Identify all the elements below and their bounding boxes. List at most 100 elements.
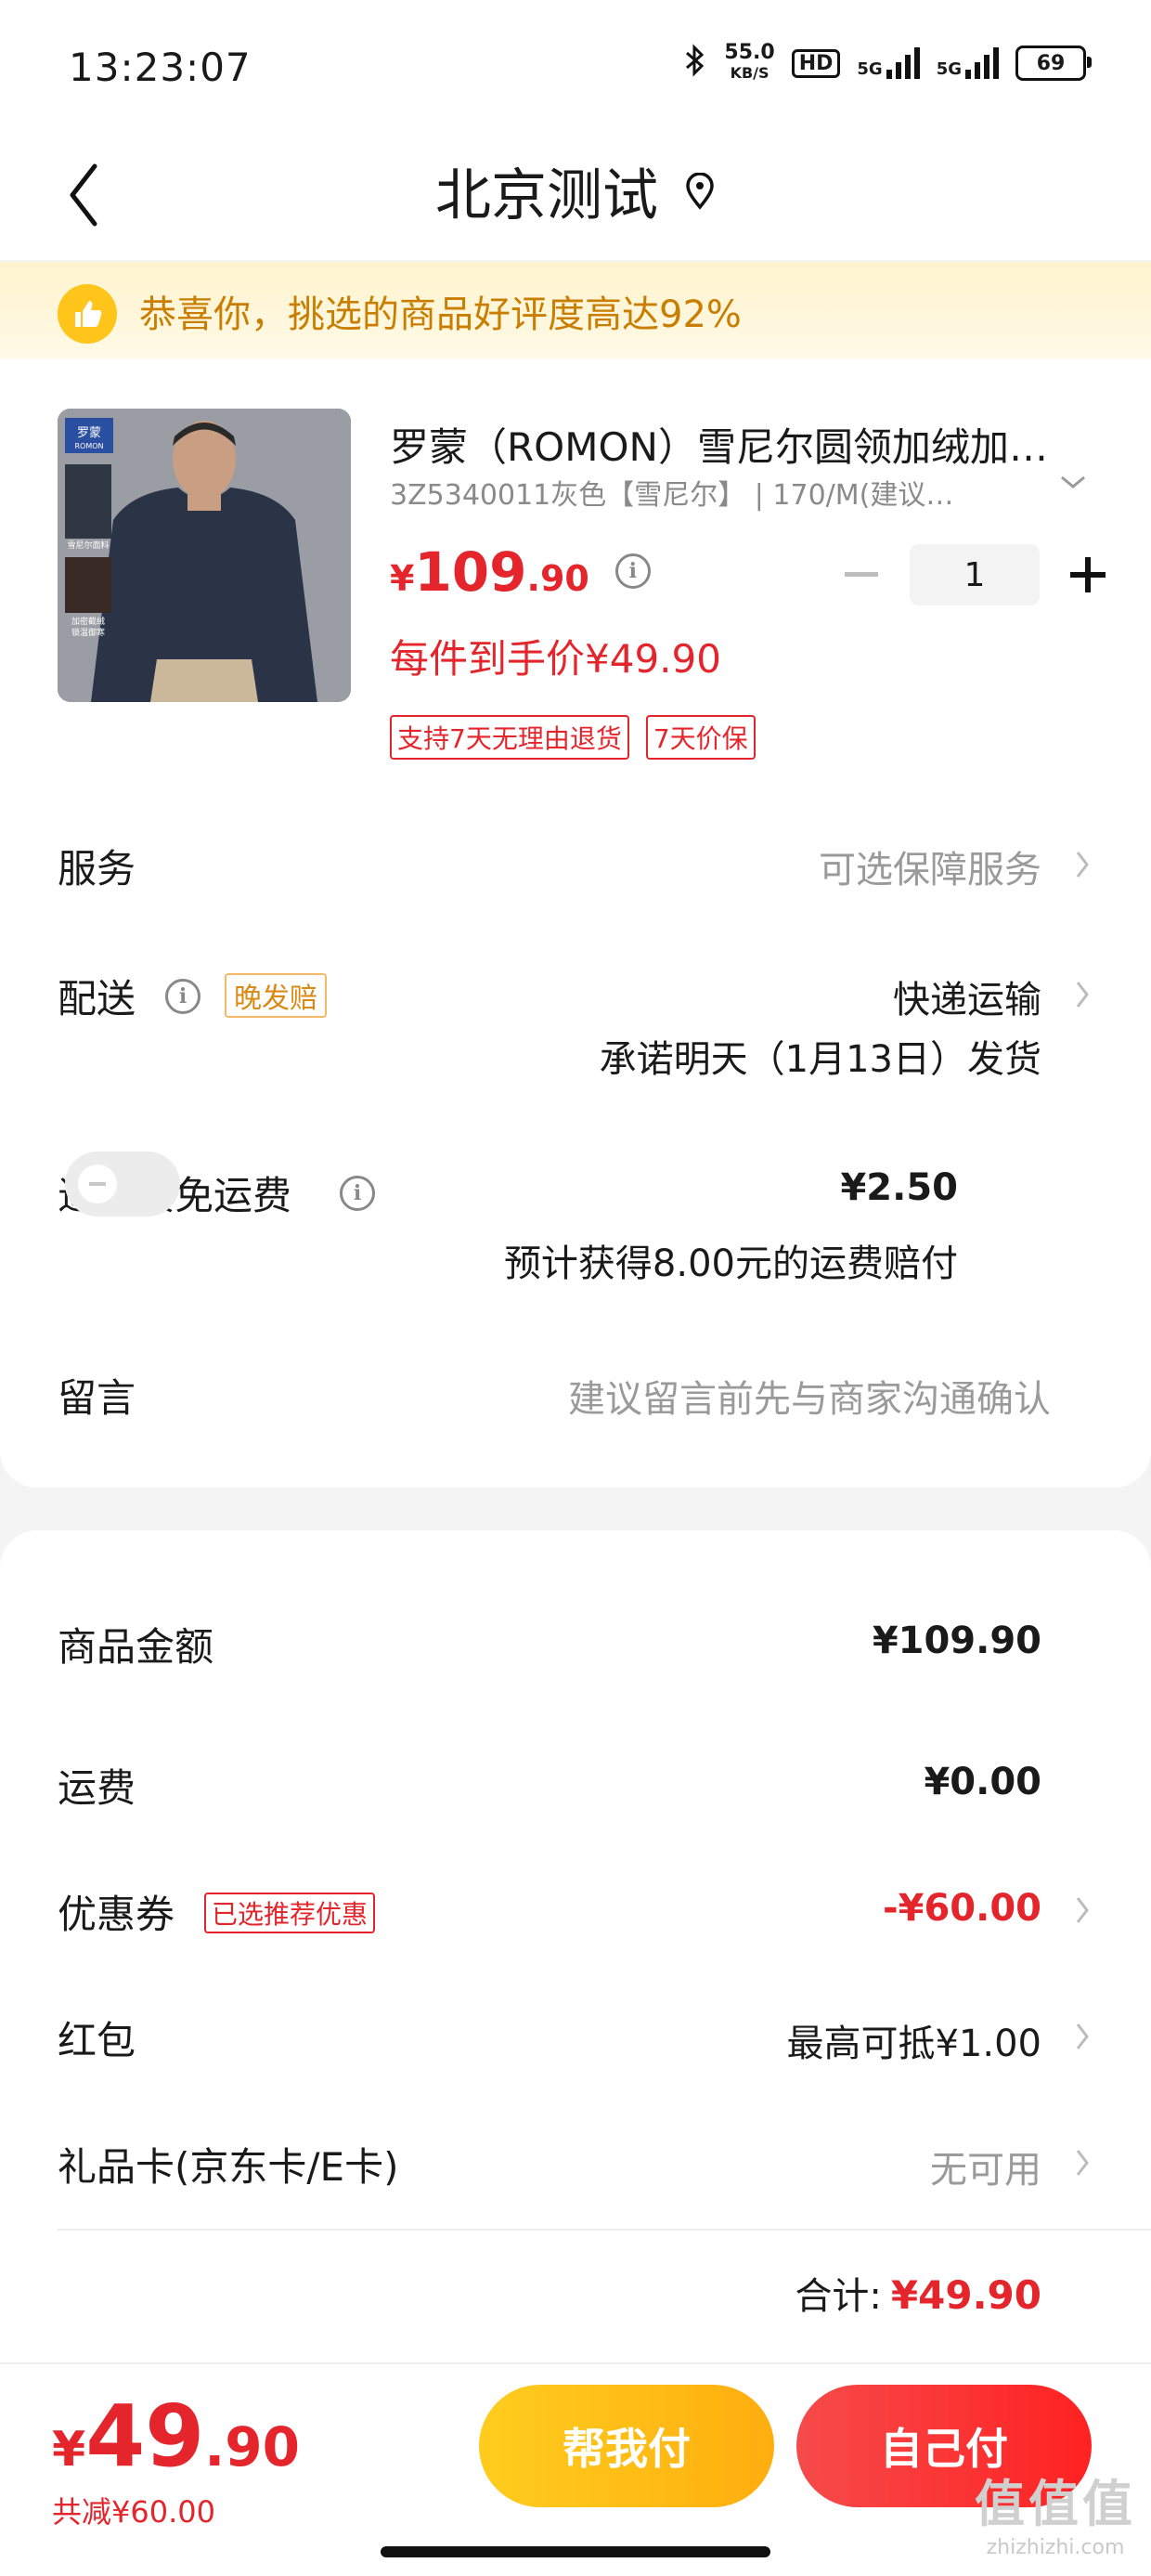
giftcard-value: 无可用	[930, 2149, 1041, 2192]
sim2-label: 5G	[936, 59, 962, 79]
bluetooth-icon	[683, 44, 707, 83]
total-group: 合计: ¥49.90	[795, 2266, 1041, 2320]
home-indicator[interactable]	[381, 2546, 770, 2557]
message-input[interactable]: 建议留言前先与商家沟通确认	[568, 1369, 1051, 1423]
chevron-right-icon	[1076, 2023, 1089, 2049]
price-decimal: .90	[526, 558, 589, 599]
speed-value: 55.0	[724, 41, 775, 64]
goods-amount-row: 商品金额 ¥109.90	[58, 1616, 1097, 1681]
product-sku[interactable]: 3Z5340011灰色【雪尼尔】 | 170/M(建议…	[390, 472, 1021, 513]
product-tags: 支持7天无理由退货 7天价保	[390, 715, 756, 760]
price-currency: ¥	[390, 558, 415, 599]
total-row: 合计: ¥49.90	[58, 2266, 1097, 2331]
message-row: 留言 建议留言前先与商家沟通确认	[58, 1361, 1097, 1426]
svg-text:锁温御寒: 锁温御寒	[71, 627, 105, 638]
chevron-right-icon	[1076, 982, 1089, 1008]
coupon-value: -¥60.00	[883, 1887, 1041, 1930]
help-pay-button[interactable]: 帮我付	[479, 2385, 774, 2507]
page-title: 北京测试	[435, 163, 658, 228]
return-shipping-note: 预计获得8.00元的运费赔付	[503, 1242, 958, 1285]
location-pin-icon[interactable]	[684, 172, 716, 210]
redpacket-label: 红包	[58, 2018, 136, 2063]
price-integer: 109	[414, 540, 527, 604]
watermark-logo: 值值值	[975, 2475, 1136, 2533]
rating-banner: 恭喜你，挑选的商品好评度高达92%	[0, 262, 1151, 358]
battery-level: 69	[1036, 51, 1066, 75]
svg-text:雪尼尔面料: 雪尼尔面料	[67, 540, 109, 551]
delivery-row[interactable]: 配送 i 晚发赔 快递运输 承诺明天（1月13日）发货	[58, 962, 1097, 1083]
product-card: 罗蒙 ROMON 雪尼尔面料 加密截绒 锁温御寒 罗蒙（ROMON）雪尼尔圆领加…	[0, 358, 1151, 1488]
delivery-info-icon[interactable]: i	[165, 979, 200, 1014]
delivery-method: 快递运输	[893, 979, 1041, 1021]
quantity-input[interactable]: 1	[910, 544, 1040, 605]
price-info-icon[interactable]: i	[614, 553, 651, 589]
sim2-signal-icon: 5G	[937, 47, 999, 79]
status-bar: 13:23:07 55.0 KB/S HD 5G 5G 69	[0, 0, 1151, 130]
goods-amount-value: ¥109.90	[872, 1620, 1041, 1662]
speed-unit: KB/S	[730, 64, 769, 82]
product-price: ¥ 109 .90 i	[390, 540, 651, 604]
sim1-label: 5G	[857, 59, 883, 79]
product-name[interactable]: 罗蒙（ROMON）雪尼尔圆领加绒加…	[390, 416, 1095, 473]
sku-expand-button[interactable]	[1058, 468, 1088, 500]
hd-voice-icon: HD	[791, 48, 841, 78]
coupon-row[interactable]: 优惠券 已选推荐优惠 -¥60.00	[58, 1883, 1097, 1948]
service-row[interactable]: 服务 可选保障服务	[58, 832, 1097, 897]
checkout-decimal: .90	[204, 2415, 300, 2478]
chevron-right-icon	[1076, 852, 1089, 878]
giftcard-label: 礼品卡(京东卡/E卡)	[58, 2144, 399, 2190]
return-shipping-row: 退换货免运费 i ¥2.50 预计获得8.00元的运费赔付	[58, 1151, 1097, 1296]
return-shipping-info-icon[interactable]: i	[340, 1176, 375, 1211]
watermark-url: zhizhizhi.com	[986, 2536, 1125, 2559]
return-shipping-price: ¥2.50	[840, 1166, 958, 1209]
total-savings: 共减¥60.00	[52, 2494, 215, 2530]
checkout-integer: 49	[85, 2387, 205, 2486]
chevron-down-icon	[1061, 475, 1085, 488]
coupon-recommended-tag: 已选推荐优惠	[204, 1893, 376, 1933]
giftcard-row[interactable]: 礼品卡(京东卡/E卡) 无可用	[58, 2136, 1097, 2201]
shipping-fee-label: 运费	[58, 1765, 136, 1811]
header-title-area: 北京测试	[0, 150, 1151, 231]
page-header: 北京测试	[0, 130, 1151, 260]
thumbs-up-icon	[58, 284, 117, 344]
increase-quantity-button[interactable]	[1060, 547, 1116, 603]
banner-text: 恭喜你，挑选的商品好评度高达92%	[139, 293, 742, 336]
chevron-right-icon	[1076, 2150, 1089, 2176]
order-summary-card: 商品金额 ¥109.90 运费 ¥0.00 优惠券 已选推荐优惠 -¥60.00…	[0, 1530, 1151, 2362]
service-label: 服务	[58, 846, 136, 891]
checkout-total: ¥ 49 .90	[52, 2387, 300, 2486]
plus-icon	[1070, 557, 1106, 592]
total-label: 合计:	[795, 2275, 882, 2318]
network-speed: 55.0 KB/S	[724, 43, 774, 84]
message-label: 留言	[58, 1375, 136, 1421]
redpacket-value: 最高可抵¥1.00	[786, 2023, 1041, 2065]
shipping-fee-row: 运费 ¥0.00	[58, 1757, 1097, 1822]
battery-icon: 69	[1015, 46, 1092, 81]
brand-logo-text: 罗蒙	[77, 426, 101, 440]
status-icons: 55.0 KB/S HD 5G 5G 69	[683, 43, 1092, 84]
shipping-fee-value: ¥0.00	[924, 1761, 1041, 1803]
decrease-quantity-button[interactable]	[834, 547, 889, 603]
checkout-bar: ¥ 49 .90 共减¥60.00 帮我付 自己付 值值值 zhizhizhi.…	[0, 2362, 1151, 2576]
product-photo: 罗蒙 ROMON 雪尼尔面料 加密截绒 锁温御寒	[58, 409, 351, 702]
service-value: 可选保障服务	[819, 849, 1041, 891]
svg-text:ROMON: ROMON	[74, 442, 103, 450]
late-compensation-tag: 晚发赔	[225, 973, 327, 1018]
chevron-right-icon	[1076, 1897, 1089, 1923]
quantity-stepper: 1	[834, 544, 1116, 605]
toggle-knob	[78, 1164, 117, 1203]
watermark: 值值值 zhizhizhi.com	[975, 2463, 1136, 2559]
minus-icon	[845, 572, 878, 577]
svg-text:加密截绒: 加密截绒	[71, 616, 105, 627]
product-image[interactable]: 罗蒙 ROMON 雪尼尔面料 加密截绒 锁温御寒	[58, 409, 351, 702]
return-shipping-toggle[interactable]	[65, 1151, 180, 1216]
checkout-currency: ¥	[52, 2422, 86, 2478]
summary-divider	[58, 2229, 1151, 2231]
sim1-signal-icon: 5G	[857, 47, 920, 79]
total-value: ¥49.90	[890, 2272, 1041, 2318]
redpacket-row[interactable]: 红包 最高可抵¥1.00	[58, 2010, 1097, 2075]
price-protection-tag: 7天价保	[645, 715, 756, 760]
net-price: 每件到手价¥49.90	[390, 636, 721, 682]
goods-amount-label: 商品金额	[58, 1624, 214, 1670]
delivery-promise: 承诺明天（1月13日）发货	[599, 1038, 1041, 1081]
